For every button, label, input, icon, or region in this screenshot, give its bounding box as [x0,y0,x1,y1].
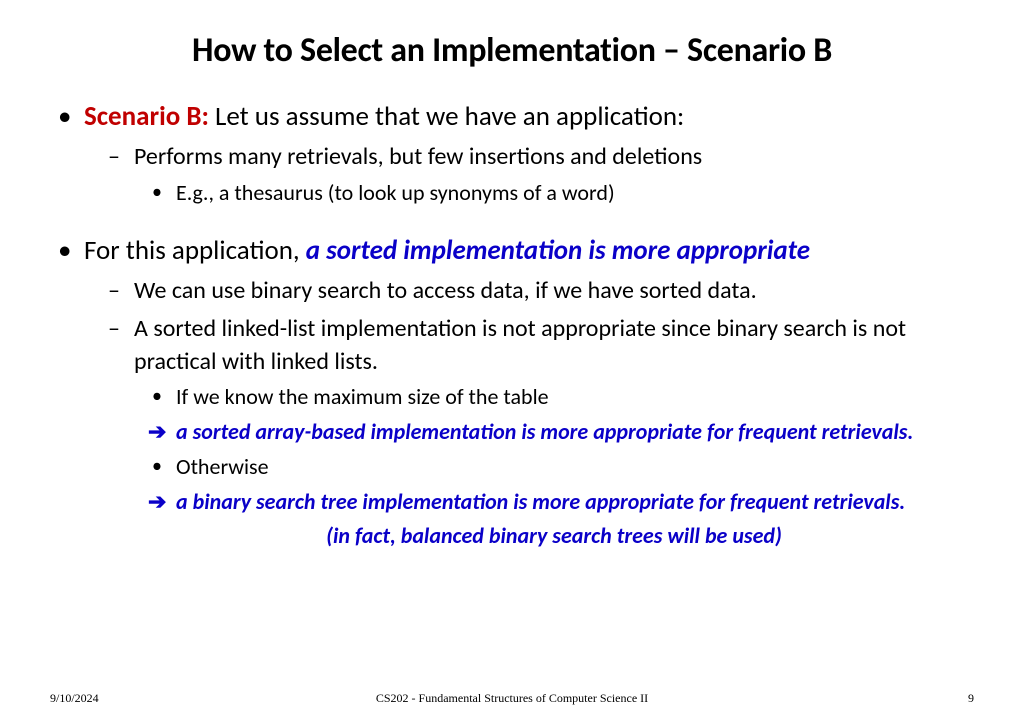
arrow-icon: ➔ [148,487,166,518]
footer-page: 9 [968,691,974,706]
bullet-2-sub1: We can use binary search to access data,… [84,275,974,307]
slide: How to Select an Implementation – Scenar… [0,0,1024,709]
arrow-2-text: a binary search tree implementation is m… [176,488,905,515]
slide-title: How to Select an Implementation – Scenar… [50,30,974,71]
bullet-2-sub2: A sorted linked-list implementation is n… [84,313,974,551]
arrow-line-2: ➔ a binary search tree implementation is… [134,487,974,518]
balanced-note: (in fact, balanced binary search trees w… [134,521,974,551]
bullet-2-emph: a sorted implementation is more appropri… [306,234,810,267]
footer-course: CS202 - Fundamental Structures of Comput… [0,691,1024,706]
bullet-1-sub1a: E.g., a thesaurus (to look up synonyms o… [134,178,974,209]
bullet-2-sub2a: If we know the maximum size of the table [134,382,974,413]
bullet-1-sub1: Performs many retrievals, but few insert… [84,141,974,208]
balanced-note-text: (in fact, balanced binary search trees w… [326,522,782,549]
arrow-line-1: ➔ a sorted array-based implementation is… [134,417,974,448]
bullet-2-prefix: For this application, [84,234,306,267]
bullet-1-sub1-text: Performs many retrievals, but few insert… [134,142,702,171]
scenario-label: Scenario B: [84,100,209,133]
arrow-1-text: a sorted array-based implementation is m… [176,418,913,445]
bullet-1-text: Let us assume that we have an applicatio… [209,100,684,133]
bullet-2: For this application, a sorted implement… [50,233,974,551]
bullet-list: Scenario B: Let us assume that we have a… [50,99,974,551]
arrow-icon: ➔ [148,417,166,448]
bullet-1: Scenario B: Let us assume that we have a… [50,99,974,209]
bullet-2-sub2-text: A sorted linked-list implementation is n… [134,314,906,375]
bullet-2-sub2b: Otherwise [134,452,974,483]
